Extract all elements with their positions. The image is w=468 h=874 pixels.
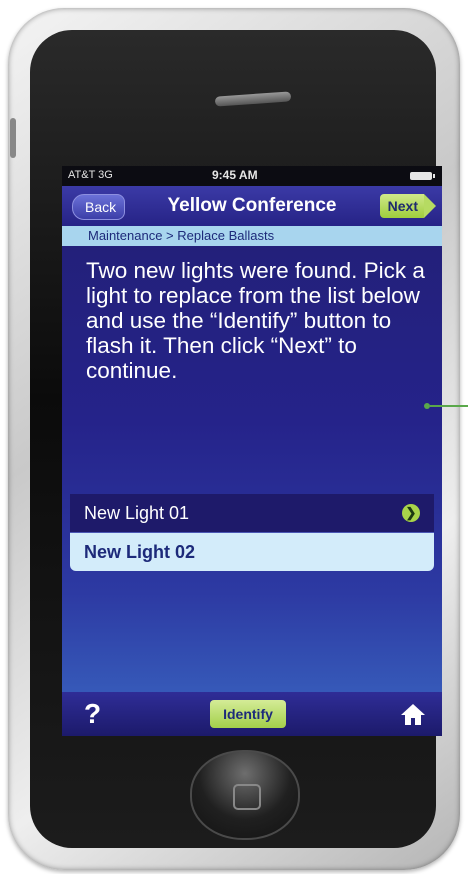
list-item-label: New Light 02 [84,542,196,562]
list-item-new-light-01[interactable]: New Light 01 ❯ [70,494,434,533]
help-button[interactable]: ? [84,698,101,730]
home-icon[interactable] [400,702,426,726]
page-title: Yellow Conference [167,195,337,216]
navigation-bar: Back Yellow Conference Next [62,186,442,226]
identify-button[interactable]: Identify [210,700,286,728]
breadcrumb: Maintenance > Replace Ballasts [62,226,442,246]
list-item-new-light-02[interactable]: New Light 02 [70,533,434,571]
chevron-right-icon[interactable]: ❯ [402,504,420,522]
battery-icon [410,172,435,180]
light-list: New Light 01 ❯ New Light 02 [70,494,434,571]
breadcrumb-text: Maintenance > Replace Ballasts [88,228,275,243]
instruction-text: Two new lights were found. Pick a light … [86,258,425,383]
home-hardware-button[interactable] [190,750,300,840]
app-screen: AT&T 3G 9:45 AM Back Yellow Conference N… [62,166,442,736]
callout-line [430,405,468,407]
home-square-icon [233,784,261,810]
bottom-toolbar: ? Identify [62,692,442,736]
side-button [10,118,16,158]
next-button[interactable]: Next [379,194,437,218]
list-item-label: New Light 01 [84,503,190,523]
status-time: 9:45 AM [212,168,258,182]
carrier-label: AT&T 3G [68,169,113,181]
status-bar: AT&T 3G 9:45 AM [62,166,442,186]
back-button[interactable]: Back [72,194,126,220]
